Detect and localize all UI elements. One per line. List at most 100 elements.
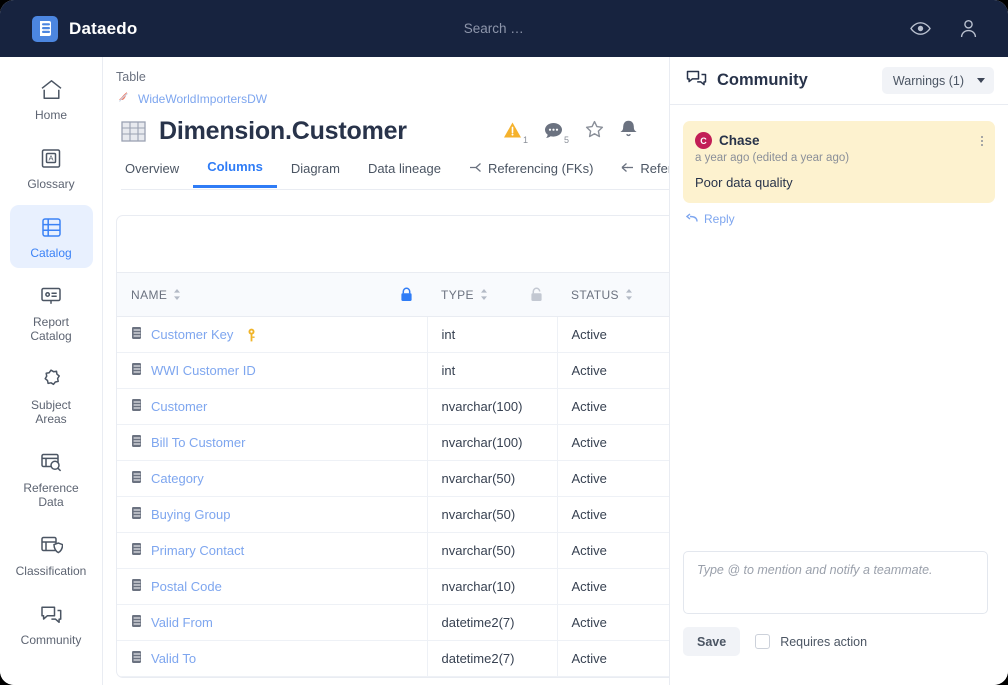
- column-header-name[interactable]: NAME: [117, 273, 427, 317]
- comment-menu-icon[interactable]: [981, 134, 983, 148]
- cell-type: nvarchar(50): [427, 497, 557, 533]
- table-toolbar: [117, 216, 669, 272]
- sidebar-item-catalog[interactable]: Catalog: [10, 205, 93, 268]
- cell-name[interactable]: Bill To Customer: [117, 425, 427, 461]
- sort-icon[interactable]: [173, 289, 181, 300]
- cell-name[interactable]: Valid From: [117, 605, 427, 641]
- cell-name[interactable]: WWI Customer ID: [117, 353, 427, 389]
- star-icon[interactable]: [585, 120, 604, 144]
- sidebar-navigation: Home A Glossary Catalog: [0, 57, 103, 685]
- global-search[interactable]: Search …: [77, 21, 910, 36]
- column-name-link[interactable]: Primary Contact: [151, 543, 244, 558]
- column-name-link[interactable]: Valid From: [151, 615, 213, 630]
- column-name-link[interactable]: Bill To Customer: [151, 435, 245, 450]
- tab-data-lineage[interactable]: Data lineage: [354, 161, 455, 187]
- sort-icon[interactable]: [480, 289, 488, 300]
- comment-timestamp: a year ago (edited a year ago): [695, 152, 983, 164]
- cell-name[interactable]: Postal Code: [117, 569, 427, 605]
- table-header-row: NAME: [117, 273, 669, 317]
- sidebar-item-reference-data[interactable]: Reference Data: [10, 440, 93, 517]
- table-row[interactable]: Category nvarchar(50)Active: [117, 461, 669, 497]
- column-name-link[interactable]: Category: [151, 471, 204, 486]
- reply-button[interactable]: Reply: [686, 212, 1008, 226]
- cell-name[interactable]: Category: [117, 461, 427, 497]
- community-icon: [40, 601, 63, 627]
- sidebar-item-classification[interactable]: Classification: [10, 523, 93, 586]
- table-row[interactable]: WWI Customer ID intActive: [117, 353, 669, 389]
- tab-referenced-by[interactable]: Referen: [607, 161, 669, 187]
- column-header-label: STATUS: [571, 288, 619, 302]
- table-row[interactable]: Postal Codenvarchar(10)Active: [117, 569, 669, 605]
- table-row[interactable]: Bill To Customernvarchar(100)Active: [117, 425, 669, 461]
- requires-action-checkbox[interactable]: [755, 634, 770, 649]
- column-name-link[interactable]: WWI Customer ID: [151, 363, 256, 378]
- eye-icon[interactable]: [910, 21, 931, 36]
- search-placeholder: Search …: [464, 21, 524, 36]
- cell-name[interactable]: Customer: [117, 389, 427, 425]
- tab-overview[interactable]: Overview: [121, 161, 193, 187]
- sidebar-item-label: Classification: [16, 564, 87, 578]
- column-header-label: NAME: [131, 288, 167, 302]
- requires-action-label: Requires action: [780, 635, 867, 649]
- sidebar-item-report-catalog[interactable]: Report Catalog: [10, 274, 93, 351]
- cell-status: Active: [557, 641, 669, 677]
- column-name-link[interactable]: Buying Group: [151, 507, 231, 522]
- table-row[interactable]: Customernvarchar(100)Active: [117, 389, 669, 425]
- save-button[interactable]: Save: [683, 627, 740, 656]
- column-name-link[interactable]: Customer Key: [151, 327, 233, 342]
- tab-columns[interactable]: Columns: [193, 159, 277, 188]
- reply-arrow-icon: [686, 212, 698, 226]
- tab-label: Referencing (FKs): [488, 161, 593, 176]
- cell-status: Active: [557, 353, 669, 389]
- cell-type: nvarchar(50): [427, 461, 557, 497]
- cell-status: Active: [557, 461, 669, 497]
- cell-type: int: [427, 317, 557, 353]
- warning-icon: [503, 121, 522, 144]
- sidebar-item-home[interactable]: Home: [10, 67, 93, 130]
- warning-count: 1: [523, 135, 528, 145]
- column-header-type[interactable]: TYPE: [427, 273, 557, 317]
- cell-type: int: [427, 353, 557, 389]
- sidebar-item-subject-areas[interactable]: Subject Areas: [10, 357, 93, 434]
- cell-name[interactable]: Valid To: [117, 641, 427, 677]
- table-row[interactable]: Primary Contactnvarchar(50)Active: [117, 533, 669, 569]
- page-title-row: Dimension.Customer 1: [121, 117, 651, 146]
- column-header-status[interactable]: STATUS: [557, 273, 669, 317]
- column-icon: [131, 470, 142, 487]
- tab-diagram[interactable]: Diagram: [277, 161, 354, 187]
- table-row[interactable]: Valid Fromdatetime2(7)Active: [117, 605, 669, 641]
- cell-name[interactable]: Primary Contact: [117, 533, 427, 569]
- comment-author: Chase: [719, 133, 760, 148]
- column-name-link[interactable]: Postal Code: [151, 579, 222, 594]
- community-filter-label: Warnings (1): [893, 74, 964, 88]
- table-row[interactable]: Buying Groupnvarchar(50)Active: [117, 497, 669, 533]
- sidebar-item-glossary[interactable]: A Glossary: [10, 136, 93, 199]
- column-header-label: TYPE: [441, 288, 474, 302]
- breadcrumb-link[interactable]: WideWorldImportersDW: [138, 92, 267, 106]
- bell-icon[interactable]: [620, 120, 637, 144]
- table-row[interactable]: Customer KeyintActive: [117, 317, 669, 353]
- tab-referencing-fks[interactable]: Referencing (FKs): [455, 161, 607, 187]
- comment-composer[interactable]: Type @ to mention and notify a teammate.: [683, 551, 988, 614]
- cell-name[interactable]: Customer Key: [117, 317, 427, 353]
- table-row[interactable]: Valid Todatetime2(7)Active: [117, 641, 669, 677]
- warning-indicator[interactable]: 1: [503, 121, 528, 144]
- object-type-label: Table: [116, 70, 669, 84]
- dataedo-logo-icon: [32, 16, 58, 42]
- sort-icon[interactable]: [625, 289, 633, 300]
- fk-out-icon: [469, 161, 482, 176]
- comments-indicator[interactable]: 5: [544, 122, 569, 144]
- tab-label: Columns: [207, 159, 263, 174]
- community-filter-select[interactable]: Warnings (1): [882, 67, 994, 94]
- user-icon[interactable]: [959, 19, 978, 38]
- column-name-link[interactable]: Valid To: [151, 651, 196, 666]
- column-icon: [131, 578, 142, 595]
- breadcrumb[interactable]: WideWorldImportersDW: [118, 90, 669, 108]
- database-icon: [118, 90, 131, 108]
- cell-type: nvarchar(10): [427, 569, 557, 605]
- lock-open-icon[interactable]: [530, 287, 543, 302]
- column-name-link[interactable]: Customer: [151, 399, 207, 414]
- cell-name[interactable]: Buying Group: [117, 497, 427, 533]
- sidebar-item-community[interactable]: Community: [10, 592, 93, 655]
- lock-closed-icon[interactable]: [400, 287, 413, 302]
